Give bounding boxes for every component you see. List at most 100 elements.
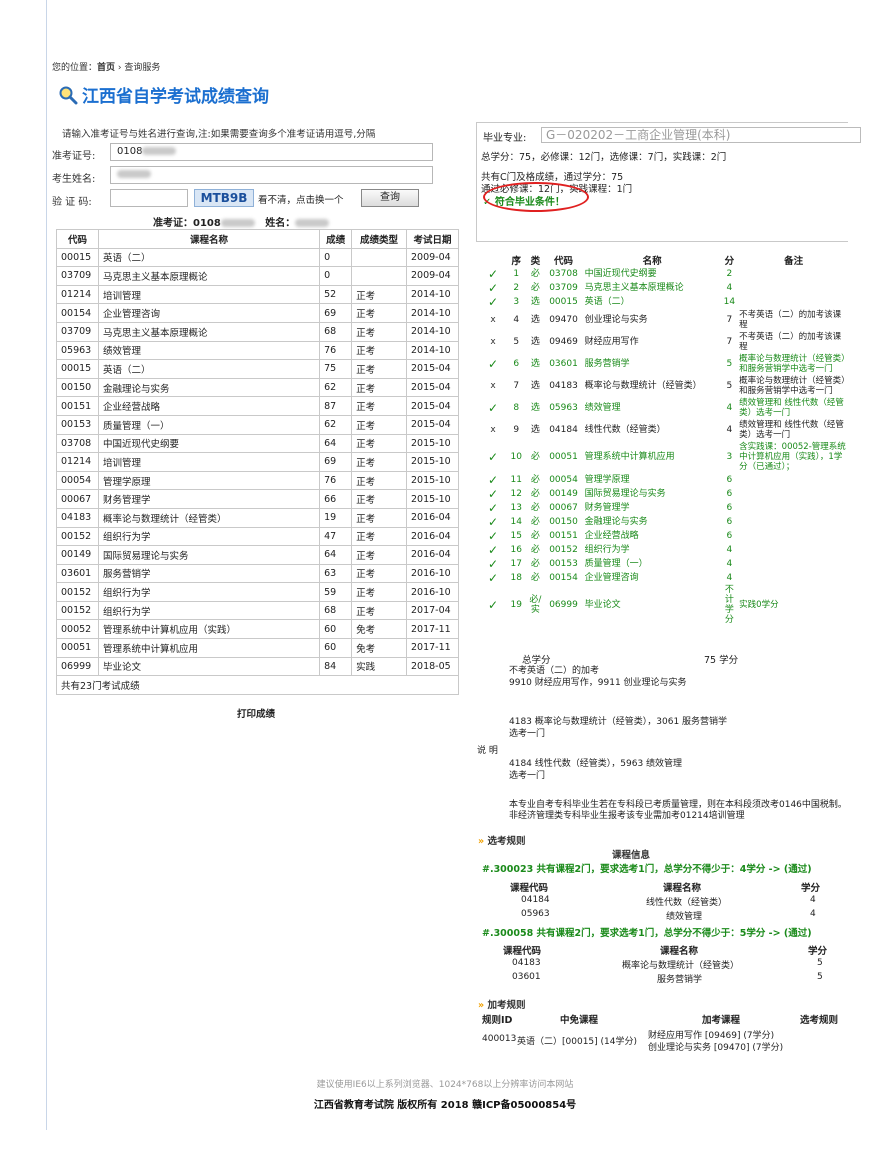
requirement-n: 17 [510, 559, 522, 569]
requirement-code: 00015 [549, 297, 578, 307]
requirement-name: 财经应用写作 [584, 337, 639, 347]
breadcrumb-home-link[interactable]: 首页 [97, 63, 115, 73]
grade-cell: 60 [319, 619, 353, 640]
grade-cell: 2009-04 [406, 266, 459, 286]
requirement-cr: 6 [726, 489, 733, 499]
requirement-code: 00051 [549, 452, 578, 462]
requirement-row: ✓ 6 选 03601 服务营销学 5 概率论与数理统计（经管类）和服务营销学中选考一门 [480, 353, 850, 375]
major-select[interactable]: G－020202－工商企业管理(本科) [541, 127, 861, 143]
requirement-row: x 4 选 09470 创业理论与实务 7 不考英语（二）的加考该课程 [480, 309, 850, 331]
grade-cell: 03601 [56, 563, 99, 584]
grade-cell: 培训管理 [97, 452, 321, 472]
requirement-cr: 4 [726, 283, 733, 293]
blurred-text [142, 147, 177, 155]
grade-cell: 75 [319, 359, 353, 379]
requirement-note: 绩效管理和 线性代数（经管类）选考一门 [739, 420, 844, 440]
grade-cell: 00152 [56, 582, 99, 602]
requirement-t: 必 [530, 545, 540, 555]
requirement-cr: 6 [726, 531, 733, 541]
col-header: 序 [511, 256, 521, 267]
magnifier-icon [59, 86, 78, 104]
grade-row: 03709 马克思主义基本原理概论 68 正考 2014-10 [56, 321, 459, 342]
grade-row: 03708 中国近现代史纲要 64 正考 2015-10 [56, 433, 459, 454]
col-header: 课程名称 [97, 229, 321, 249]
requirements-table: 序 类 代码 名称 分 备注 ✓ 1 必 03708 中国近现代史纲要 2 ✓ 2 必 03709… [480, 253, 850, 625]
grade-cell: 马克思主义基本原理概论 [97, 321, 321, 342]
grade-cell: 企业经营战略 [97, 396, 321, 416]
grade-cell: 2017-04 [406, 600, 459, 621]
requirement-t: 必 [530, 517, 540, 527]
major-summary: 总学分：75，必修课：12门，选修课：7门，实践课：2门 [481, 152, 727, 163]
grade-cell: 金融理论与实务 [97, 377, 321, 398]
captcha-label: 验 证 码: [52, 197, 92, 208]
requirement-code: 00154 [549, 573, 578, 583]
requirement-row: ✓ 1 必 03708 中国近现代史纲要 2 [480, 267, 850, 281]
name-input[interactable] [110, 166, 433, 184]
requirement-note [737, 529, 850, 543]
check-icon: ✓ [488, 281, 499, 295]
cross-icon: x [490, 381, 496, 391]
requirement-row: ✓ 16 必 00152 组织行为学 4 [480, 543, 850, 557]
requirement-t: 必 [530, 452, 540, 462]
requirement-code: 00152 [549, 545, 578, 555]
requirement-name: 国际贸易理论与实务 [584, 489, 666, 499]
col-header: 代码 [56, 229, 99, 249]
query-button[interactable]: 查询 [361, 189, 419, 207]
grade-cell: 76 [319, 470, 353, 491]
grade-cell: 19 [319, 507, 353, 528]
check-icon: ✓ [488, 571, 499, 585]
requirement-code: 06999 [549, 600, 578, 610]
grade-cell: 2015-04 [406, 359, 459, 379]
grade-cell: 正考 [351, 359, 407, 379]
col-header: 学分 [808, 946, 828, 957]
requirement-n: 14 [510, 517, 522, 527]
captcha-input[interactable] [110, 189, 188, 207]
requirement-row: ✓ 3 选 00015 英语（二） 14 [480, 295, 850, 309]
grade-cell: 服务营销学 [97, 563, 321, 584]
grade-cell: 正考 [351, 303, 407, 323]
grade-row: 01214 培训管理 69 正考 2015-10 [56, 452, 459, 472]
grade-cell: 正考 [351, 582, 407, 602]
grade-cell: 2014-10 [406, 303, 459, 323]
exam-no-input[interactable]: 0108 [110, 143, 433, 161]
requirement-t: 必/实 [529, 595, 542, 615]
captcha-refresh-link[interactable]: 看不清，点击换一个 [258, 192, 344, 206]
result-exam-no: 准考证：0108 [153, 218, 221, 229]
requirement-row: ✓ 17 必 00153 质量管理（一） 4 [480, 557, 850, 571]
grade-cell: 2015-04 [406, 396, 459, 416]
grade-cell: 06999 [56, 656, 99, 677]
grade-cell: 2016-04 [406, 507, 459, 528]
grade-cell: 国际贸易理论与实务 [97, 545, 321, 565]
grade-cell: 00015 [56, 359, 99, 379]
requirement-code: 00149 [549, 489, 578, 499]
grades-table: 代码 课程名称 成绩 成绩类型 考试日期 00015 英语（二） 0 2009-04 0… [56, 229, 459, 695]
grade-cell: 正考 [351, 489, 407, 509]
grade-cell: 正考 [351, 377, 407, 398]
requirement-note: 实践0学分 [739, 600, 779, 610]
requirement-code: 03601 [549, 359, 578, 369]
col-header: 课程代码 [510, 883, 549, 894]
captcha-image[interactable]: MTB9B [194, 189, 254, 207]
explain-label: 说 明 [477, 746, 498, 756]
grade-row: 06999 毕业论文 84 实践 2018-05 [56, 656, 459, 677]
copyright: 江西省教育考试院 版权所有 2018 赣ICP备05000854号 [313, 1100, 577, 1111]
name-label: 考生姓名: [52, 174, 96, 185]
grade-row: 00152 组织行为学 59 正考 2016-10 [56, 582, 459, 602]
requirement-name: 马克思主义基本原理概论 [584, 283, 684, 293]
rule-cell: 04183 [512, 958, 541, 968]
major-label: 毕业专业: [483, 133, 527, 144]
blurred-text [117, 170, 151, 178]
left-border-line [46, 0, 47, 1130]
check-icon: ✓ [488, 557, 499, 571]
total-credits-label: 总学分 [522, 655, 551, 666]
requirement-t: 选 [530, 403, 540, 413]
grade-cell: 2016-04 [406, 545, 459, 565]
grade-cell: 企业管理咨询 [97, 303, 321, 323]
grade-cell: 组织行为学 [97, 582, 321, 602]
requirement-note: 绩效管理和 线性代数（经管类）选考一门 [739, 398, 844, 418]
result-header: 准考证：0108 姓名： [153, 214, 330, 229]
requirement-t: 选 [530, 315, 540, 325]
grade-cell: 2009-04 [406, 247, 459, 268]
print-link[interactable]: 打印成绩 [237, 706, 275, 720]
grade-cell: 63 [319, 563, 353, 584]
